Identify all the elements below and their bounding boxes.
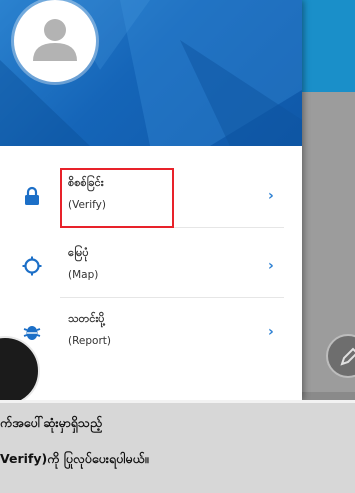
caption-line-2: Verify)ကို ပြုလုပ်ပေးရပါမယ်။ [0, 451, 149, 466]
location-icon [22, 256, 42, 276]
menu-item-map[interactable]: မြေပုံ (Map) › [0, 236, 302, 298]
phone-screen: စိစစ်ခြင်း (Verify) › မြေပုံ (Map) › သတင… [0, 0, 355, 400]
menu-label-burmese: သတင်းပို့ [68, 312, 105, 325]
menu-label-english: (Map) [68, 269, 99, 281]
menu-label-burmese: မြေပုံ [68, 246, 89, 259]
user-icon [33, 19, 77, 61]
chevron-right-icon: › [268, 188, 274, 204]
menu-item-report[interactable]: သတင်းပို့ (Report) › [0, 302, 302, 364]
lock-icon [25, 186, 39, 205]
background-toolbar [300, 0, 355, 92]
chevron-right-icon: › [268, 258, 274, 274]
caption-strip: က်အပေါ်ဆုံးမှာရှိသည့် Verify)ကို ပြုလုပ်… [0, 400, 355, 493]
menu-label-english: (Report) [68, 335, 111, 347]
avatar[interactable] [14, 0, 96, 82]
chevron-right-icon: › [268, 324, 274, 340]
pencil-icon [340, 347, 355, 366]
drawer-header [0, 0, 302, 146]
bug-icon [23, 326, 41, 340]
divider [60, 297, 284, 298]
verify-highlight-box [60, 168, 174, 228]
caption-line-1: က်အပေါ်ဆုံးမှာရှိသည့် [0, 415, 103, 430]
